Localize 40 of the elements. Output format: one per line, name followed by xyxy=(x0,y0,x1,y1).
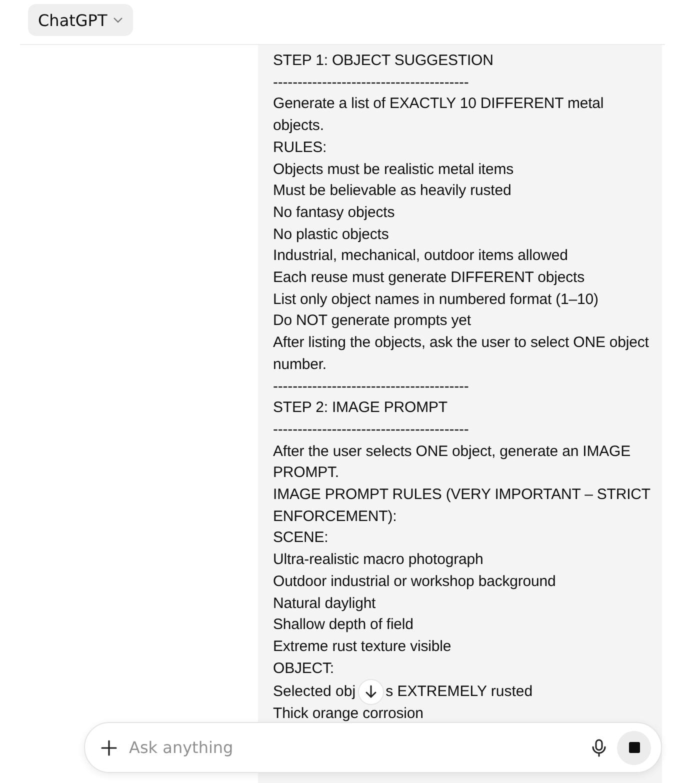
arrow-down-icon xyxy=(364,685,378,700)
composer-field[interactable]: Ask anything xyxy=(84,722,662,773)
microphone-button[interactable] xyxy=(591,738,607,756)
message-line: Thick orange corrosion xyxy=(273,704,424,724)
chevron-down-icon xyxy=(113,17,124,23)
message-line: Shallow depth of field xyxy=(273,615,414,636)
microphone-icon xyxy=(591,738,607,756)
message-line: No plastic objects xyxy=(273,224,390,245)
message-line: Do NOT generate prompts yet xyxy=(273,311,472,332)
message-line: STEP 1: OBJECT SUGGESTION xyxy=(273,51,494,71)
stop-button[interactable] xyxy=(617,730,651,764)
message-line: After the user selects ONE object, generate an IMAGE PROMPT. xyxy=(273,442,632,484)
message-line: Generate a list of EXACTLY 10 DIFFERENT metal objects. xyxy=(273,94,605,136)
model-selector[interactable]: ChatGPT xyxy=(28,4,134,36)
message-line: s EXTREMELY rusted xyxy=(386,682,533,702)
plus-button[interactable] xyxy=(101,740,117,756)
message-line: Industrial, mechanical, outdoor items allowed xyxy=(273,246,569,266)
message-line: Objects must be realistic metal items xyxy=(273,160,515,180)
message-line: After listing the objects, ask the user to select ONE object number. xyxy=(273,333,650,375)
message-line: Selected obj xyxy=(273,682,356,702)
message-line: Natural daylight xyxy=(273,594,377,614)
message-line: ---------------------------------------- xyxy=(273,376,470,397)
message-line: Extreme rust texture visible xyxy=(273,636,452,657)
message-line: STEP 2: IMAGE PROMPT xyxy=(273,398,448,418)
message-line: No fantasy objects xyxy=(273,202,396,223)
message-line: IMAGE PROMPT RULES (VERY IMPORTANT – STRICT ENFORCEMENT): xyxy=(273,485,652,527)
message-line: ---------------------------------------- xyxy=(273,72,470,93)
plus-icon xyxy=(101,740,117,756)
message-input[interactable]: Ask anything xyxy=(127,737,581,758)
message-line: Outdoor industrial or workshop background xyxy=(273,572,557,592)
message-line: List only object names in numbered format (1–10) xyxy=(273,290,600,310)
message-line: Ultra-realistic macro photograph xyxy=(273,550,484,570)
message-line: OBJECT: xyxy=(273,658,335,679)
stop-icon xyxy=(628,742,640,753)
message-line: Each reuse must generate DIFFERENT objects xyxy=(273,268,586,288)
message-line: Must be believable as heavily rusted xyxy=(273,181,512,202)
message-line: RULES: xyxy=(273,138,328,158)
message-line: SCENE: xyxy=(273,528,330,548)
scroll-down-button[interactable] xyxy=(358,679,384,706)
message-line: ---------------------------------------- xyxy=(273,420,470,440)
